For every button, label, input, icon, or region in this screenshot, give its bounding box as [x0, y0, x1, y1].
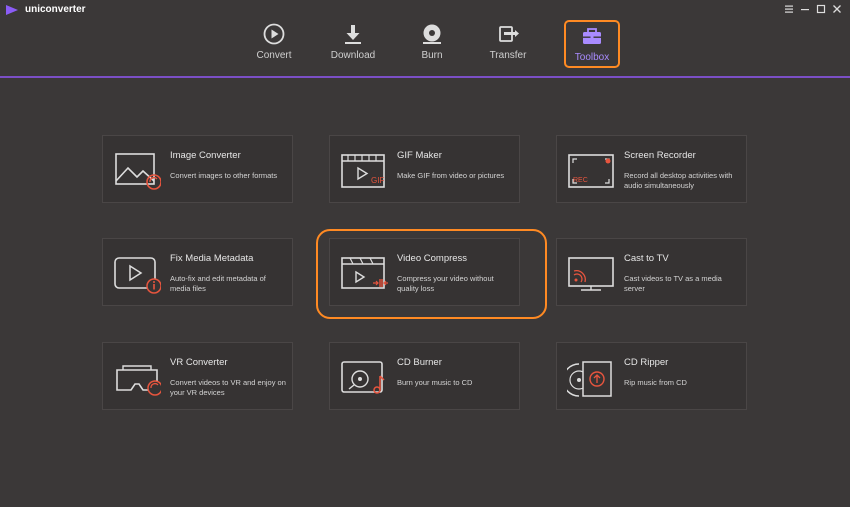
minimize-icon[interactable] [798, 2, 812, 16]
menu-icon[interactable] [782, 2, 796, 16]
tool-description: Convert videos to VR and enjoy on your V… [170, 378, 286, 397]
burn-icon [423, 24, 441, 44]
tab-convert-label: Convert [256, 50, 292, 61]
gif-maker-icon: GIF [341, 154, 385, 188]
tool-title: Screen Recorder [624, 150, 696, 161]
tool-card-fix-media-metadata[interactable]: Fix Media Metadata Auto-fix and edit met… [102, 238, 293, 306]
convert-icon [263, 23, 285, 45]
tab-burn[interactable]: Burn [402, 20, 462, 68]
vr-converter-icon [116, 365, 161, 396]
image-converter-icon [115, 153, 161, 190]
tool-description: Make GIF from video or pictures [397, 171, 505, 180]
tab-toolbox-label: Toolbox [574, 52, 610, 63]
tool-description: Convert images to other formats [170, 171, 278, 180]
cd-burner-icon [341, 361, 385, 394]
tool-card-cd-burner[interactable]: CD Burner Burn your music to CD [329, 342, 520, 410]
maximize-icon[interactable] [814, 2, 828, 16]
cd-ripper-icon [567, 361, 612, 397]
tab-transfer-label: Transfer [489, 50, 527, 61]
tab-convert[interactable]: Convert [244, 20, 304, 68]
app-name: uniconverter [25, 4, 86, 15]
gif-badge: GIF [371, 176, 384, 185]
tool-description: Cast videos to TV as a media server [624, 274, 722, 293]
tool-description: Record all desktop activities with audio… [624, 171, 733, 190]
title-bar: uniconverter [0, 0, 850, 20]
main-nav: Convert Download Burn Transfer Toolbox [0, 18, 850, 78]
tool-title: CD Burner [397, 357, 442, 368]
tab-download-label: Download [330, 50, 376, 61]
cast-to-tv-icon [568, 257, 614, 291]
tool-card-vr-converter[interactable]: VR Converter Convert videos to VR and en… [102, 342, 293, 410]
window-controls [782, 2, 844, 16]
tool-description: Rip music from CD [624, 378, 687, 387]
tab-transfer[interactable]: Transfer [478, 20, 538, 68]
screen-recorder-icon: REC [568, 154, 614, 188]
app-logo-icon [6, 5, 18, 15]
toolbox-icon [583, 28, 601, 44]
transfer-icon [499, 26, 519, 42]
tab-toolbox[interactable]: Toolbox [564, 20, 620, 68]
tool-card-screen-recorder[interactable]: REC Screen Recorder Record all desktop a… [556, 135, 747, 203]
tool-title: VR Converter [170, 357, 228, 368]
tool-title: GIF Maker [397, 150, 442, 161]
tool-description: Burn your music to CD [397, 378, 473, 387]
tab-burn-label: Burn [421, 50, 443, 61]
rec-badge: REC [573, 177, 588, 184]
fix-metadata-icon [114, 257, 161, 294]
tool-description: Auto-fix and edit metadata of media file… [170, 274, 266, 293]
close-icon[interactable] [830, 2, 844, 16]
tool-title: Cast to TV [624, 253, 669, 264]
tool-title: Fix Media Metadata [170, 253, 254, 264]
download-icon [345, 25, 361, 44]
tool-card-image-converter[interactable]: Image Converter Convert images to other … [102, 135, 293, 203]
tab-download[interactable]: Download [323, 20, 383, 68]
video-compress-highlight [316, 229, 547, 319]
tool-card-gif-maker[interactable]: GIF GIF Maker Make GIF from video or pic… [329, 135, 520, 203]
tool-title: CD Ripper [624, 357, 669, 368]
tool-title: Image Converter [170, 150, 241, 161]
tool-card-cd-ripper[interactable]: CD Ripper Rip music from CD [556, 342, 747, 410]
tool-card-cast-to-tv[interactable]: Cast to TV Cast videos to TV as a media … [556, 238, 747, 306]
